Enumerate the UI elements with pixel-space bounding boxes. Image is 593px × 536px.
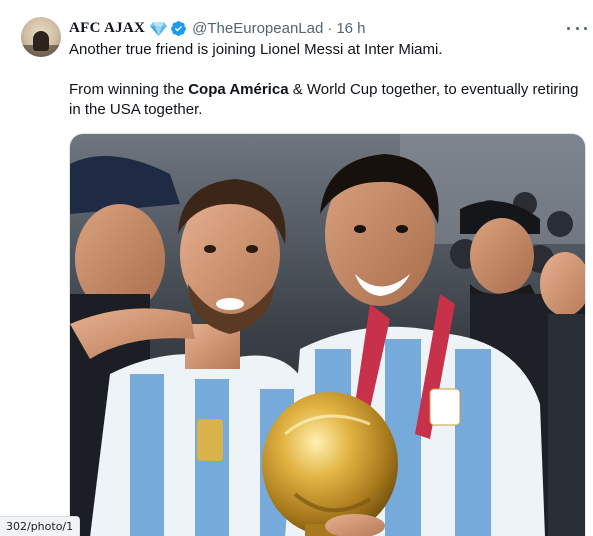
world-cup-trophy: [262, 392, 398, 536]
gem-icon: [150, 21, 168, 36]
photo-illustration: [70, 134, 585, 536]
verified-icon: [171, 20, 187, 36]
tweet-photo[interactable]: [69, 133, 586, 536]
more-dot: [567, 26, 570, 30]
tweet-text: Another true friend is joining Lionel Me…: [69, 40, 579, 120]
tweet-card[interactable]: AFC AJAX @TheEuropeanLad · 16 h Another …: [0, 0, 593, 536]
tweet-text-para2: From winning the Copa América & World Cu…: [69, 80, 579, 120]
tweet-header: AFC AJAX @TheEuropeanLad · 16 h: [69, 18, 366, 38]
tweet-text-line1: Another true friend is joining Lionel Me…: [69, 41, 443, 58]
avatar[interactable]: [21, 17, 61, 57]
timestamp[interactable]: 16 h: [336, 20, 365, 37]
avatar-figure: [33, 31, 49, 51]
tweet-text-bold: Copa América: [188, 81, 289, 98]
status-bar-url: 302/photo/1: [0, 516, 81, 536]
separator-dot: ·: [327, 19, 333, 37]
more-dot: [584, 26, 587, 30]
display-name[interactable]: AFC AJAX: [69, 20, 145, 37]
handle[interactable]: @TheEuropeanLad: [192, 20, 323, 37]
more-dot: [575, 26, 579, 30]
more-icon[interactable]: [567, 19, 587, 37]
tweet-text-para2-a: From winning the: [69, 81, 189, 98]
